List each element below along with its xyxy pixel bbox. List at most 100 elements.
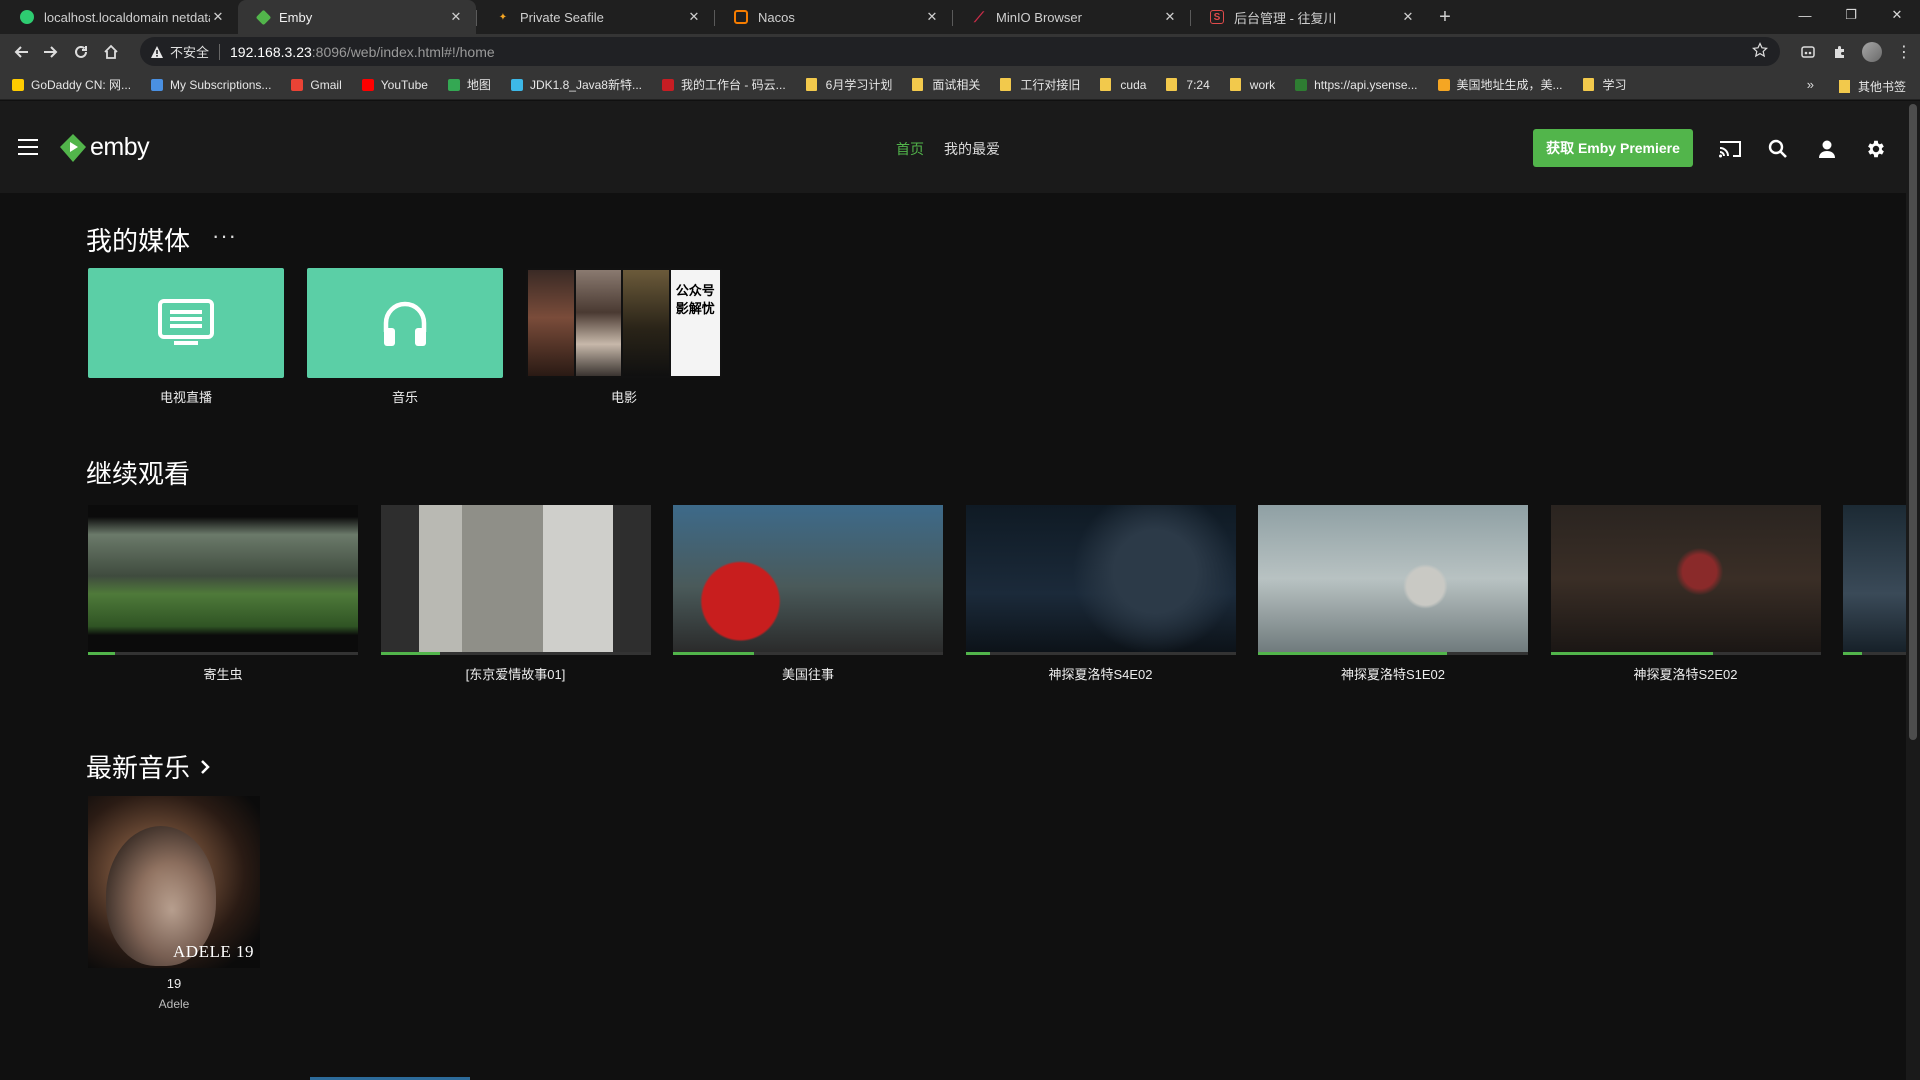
profile-avatar[interactable] xyxy=(1856,37,1888,67)
bookmark-label: My Subscriptions... xyxy=(170,77,272,92)
bookmark-item[interactable]: 地图 xyxy=(447,76,491,93)
continue-watching-item[interactable]: 美国往事 xyxy=(673,505,943,683)
section-title[interactable]: 最新音乐 xyxy=(86,748,190,785)
tab-minio[interactable]: ⟋ MinIO Browser ✕ xyxy=(952,0,1190,34)
close-icon[interactable]: ✕ xyxy=(1400,9,1416,25)
video-thumbnail[interactable] xyxy=(380,505,651,655)
bookmark-item[interactable]: 工行对接旧 xyxy=(1000,76,1080,93)
extension-icon[interactable] xyxy=(1792,37,1824,67)
close-icon[interactable]: ✕ xyxy=(686,9,702,25)
bookmark-star-icon[interactable] xyxy=(1752,42,1768,61)
bookmark-item[interactable]: https://api.ysense... xyxy=(1295,78,1418,92)
address-bar[interactable]: 不安全 192.168.3.23:8096/web/index.html#!/h… xyxy=(140,37,1780,66)
close-window-icon[interactable]: ✕ xyxy=(1874,0,1920,30)
video-thumbnail[interactable] xyxy=(1843,505,1907,655)
back-button[interactable] xyxy=(6,37,36,67)
bookmark-item[interactable]: JDK1.8_Java8新特... xyxy=(510,76,642,93)
video-thumbnail[interactable] xyxy=(88,505,358,655)
more-options-icon[interactable]: ··· xyxy=(212,223,237,249)
continue-watching-item[interactable]: 神探夏洛特S4E02 xyxy=(965,505,1236,683)
item-title[interactable]: 寄生虫 xyxy=(88,664,358,683)
close-icon[interactable]: ✕ xyxy=(448,9,464,25)
close-icon[interactable]: ✕ xyxy=(210,9,226,25)
search-icon[interactable] xyxy=(1765,136,1791,162)
menu-kebab-icon[interactable]: ⋮ xyxy=(1888,37,1920,67)
item-title[interactable]: 神探夏洛特S4E02 xyxy=(966,664,1236,683)
new-tab-button[interactable]: + xyxy=(1428,0,1462,34)
continue-watching-item[interactable]: 神探夏洛特S1E02 xyxy=(1258,505,1528,683)
reload-button[interactable] xyxy=(66,37,96,67)
forward-button[interactable] xyxy=(36,37,66,67)
tab-emby[interactable]: Emby ✕ xyxy=(238,0,476,34)
bookmark-item[interactable]: My Subscriptions... xyxy=(151,78,271,92)
godaddy-icon xyxy=(12,78,24,91)
item-title[interactable]: 神探夏洛特S1E02 xyxy=(1258,664,1528,683)
item-title[interactable]: [东京爱情故事01] xyxy=(381,664,651,683)
nav-favorites[interactable]: 我的最爱 xyxy=(944,139,1000,159)
cast-icon[interactable] xyxy=(1717,136,1743,162)
tab-seafile[interactable]: ✦ Private Seafile ✕ xyxy=(476,0,714,34)
gitee-icon xyxy=(662,78,674,91)
home-button[interactable] xyxy=(96,37,126,67)
continue-watching-item[interactable]: 神探夏洛特S2E02 xyxy=(1550,505,1821,683)
settings-gear-icon[interactable] xyxy=(1863,136,1889,162)
video-thumbnail[interactable] xyxy=(1550,505,1821,655)
security-label[interactable]: 不安全 xyxy=(170,42,209,61)
bookmark-item[interactable]: work xyxy=(1229,78,1275,92)
other-bookmarks-folder[interactable]: 其他书签 xyxy=(1838,78,1906,95)
get-premiere-button[interactable]: 获取 Emby Premiere xyxy=(1533,129,1693,167)
video-thumbnail[interactable] xyxy=(1258,505,1528,655)
bookmark-item[interactable]: GoDaddy CN: 网... xyxy=(12,76,131,93)
library-card[interactable] xyxy=(88,268,284,378)
tab-nacos[interactable]: Nacos ✕ xyxy=(714,0,952,34)
emby-logo[interactable]: emby xyxy=(60,133,150,162)
bookmarks-overflow-button[interactable]: » xyxy=(1807,77,1814,92)
album-title[interactable]: 19 xyxy=(88,976,260,991)
album-artist[interactable]: Adele xyxy=(88,997,260,1011)
bookmark-item[interactable]: 面试相关 xyxy=(912,76,980,93)
arrow-left-icon xyxy=(14,46,28,58)
movie-collage-image[interactable]: 公众号 影解忧 xyxy=(526,268,722,378)
bookmark-item[interactable]: 我的工作台 - 码云... xyxy=(662,76,786,93)
continue-watching-item[interactable]: 寄生虫 xyxy=(88,505,358,683)
video-thumbnail[interactable] xyxy=(673,505,943,655)
puzzle-icon[interactable] xyxy=(1824,37,1856,67)
tab-admin[interactable]: S 后台管理 - 往复川 ✕ xyxy=(1190,0,1428,34)
folder-icon xyxy=(1838,80,1850,93)
watch-progress-bar xyxy=(1258,652,1447,655)
continue-watching-item[interactable]: [东京爱情故事01] xyxy=(380,505,651,683)
library-music[interactable]: 音乐 xyxy=(307,268,503,406)
tab-netdata[interactable]: localhost.localdomain netdata ✕ xyxy=(0,0,238,34)
bookmark-item[interactable]: cuda xyxy=(1100,78,1146,92)
chevron-right-icon[interactable] xyxy=(200,759,210,775)
bookmark-item[interactable]: 7:24 xyxy=(1166,78,1210,92)
video-thumbnail[interactable] xyxy=(965,505,1236,655)
close-icon[interactable]: ✕ xyxy=(924,9,940,25)
continue-watching-item[interactable] xyxy=(1843,505,1907,664)
restore-icon[interactable]: ❐ xyxy=(1828,0,1874,30)
album-card[interactable]: ADELE 19 19 Adele xyxy=(88,796,260,1011)
bookmark-item[interactable]: 6月学习计划 xyxy=(805,76,892,93)
folder-icon xyxy=(1000,78,1012,91)
section-latest-music[interactable]: 最新音乐 xyxy=(86,748,210,785)
album-cover-image[interactable]: ADELE 19 xyxy=(88,796,260,968)
library-live-tv[interactable]: 电视直播 xyxy=(88,268,284,406)
bookmark-label: YouTube xyxy=(380,77,428,92)
item-title[interactable]: 神探夏洛特S2E02 xyxy=(1551,664,1821,683)
watch-progress-bar xyxy=(380,652,440,655)
hamburger-menu-icon[interactable] xyxy=(18,139,38,160)
item-title[interactable]: 美国往事 xyxy=(673,664,943,683)
tv-icon xyxy=(158,299,214,345)
bookmark-item[interactable]: Gmail xyxy=(291,78,342,92)
nav-home[interactable]: 首页 xyxy=(896,139,924,159)
bookmark-item[interactable]: YouTube xyxy=(361,77,428,92)
bookmark-item[interactable]: 学习 xyxy=(1582,76,1627,93)
library-card[interactable] xyxy=(307,268,503,378)
library-movies[interactable]: 公众号 影解忧 电影 xyxy=(526,268,722,406)
user-icon[interactable] xyxy=(1814,136,1840,162)
minimize-icon[interactable]: — xyxy=(1782,0,1828,30)
bookmark-item[interactable]: 美国地址生成，美... xyxy=(1437,76,1563,93)
scrollbar-thumb[interactable] xyxy=(1909,104,1917,740)
close-icon[interactable]: ✕ xyxy=(1162,9,1178,25)
page-scrollbar[interactable] xyxy=(1906,101,1920,1080)
